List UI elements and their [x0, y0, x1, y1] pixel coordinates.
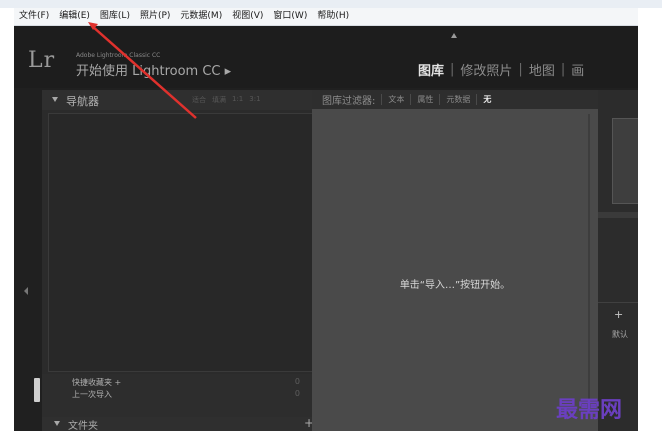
watermark-text: 最需网	[556, 397, 623, 423]
annotation-arrow	[88, 22, 197, 119]
